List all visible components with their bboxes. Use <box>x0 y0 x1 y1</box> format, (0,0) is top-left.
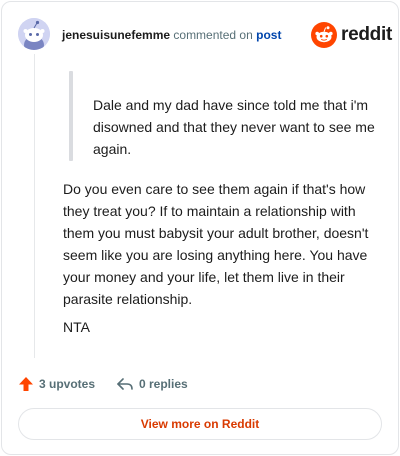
user-avatar[interactable] <box>18 18 50 50</box>
action-text: commented on <box>173 28 253 42</box>
comment-body: Do you even care to see them again if th… <box>63 181 369 307</box>
reply-count: 0 replies <box>139 377 188 391</box>
comment-verdict: NTA <box>63 319 90 335</box>
quoted-text: Dale and my dad have since told me that … <box>93 97 375 157</box>
thread-line <box>34 54 35 358</box>
username-link[interactable]: jenesuisunefemme <box>62 28 170 42</box>
quote-bar <box>69 71 73 161</box>
comment-embed-card: jenesuisunefemme commented on post reddi… <box>1 1 399 455</box>
view-more-button[interactable]: View more on Reddit <box>18 408 382 440</box>
reddit-wordmark: reddit <box>341 24 392 45</box>
upvote-button[interactable]: 3 upvotes <box>18 376 95 392</box>
upvote-arrow-icon <box>19 377 33 391</box>
reddit-snoo-avatar-icon <box>18 18 50 50</box>
reddit-logo[interactable]: reddit <box>311 22 392 48</box>
post-link[interactable]: post <box>256 28 281 42</box>
reply-arrow-icon <box>117 378 133 390</box>
comment-header: jenesuisunefemme commented on post <box>62 27 281 43</box>
replies-button[interactable]: 0 replies <box>116 376 188 392</box>
reddit-alien-icon <box>311 22 337 48</box>
upvote-count: 3 upvotes <box>39 377 96 391</box>
